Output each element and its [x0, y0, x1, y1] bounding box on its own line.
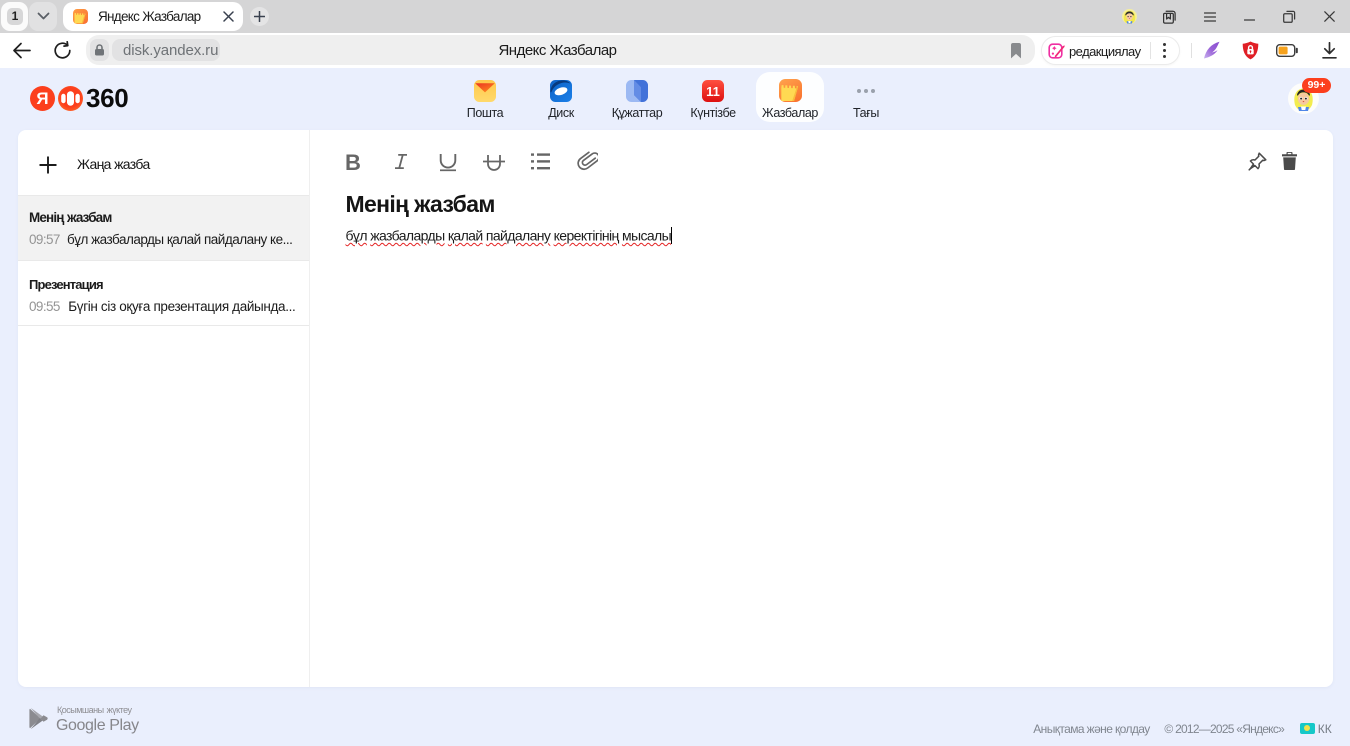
svg-text:11: 11 [706, 84, 720, 99]
